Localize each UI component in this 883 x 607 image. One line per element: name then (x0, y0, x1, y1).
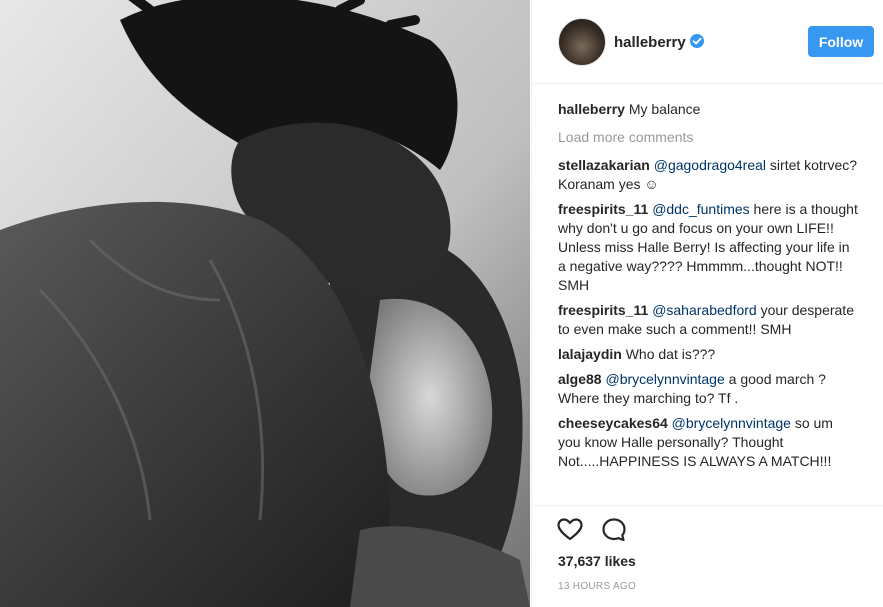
likes-count[interactable]: 37,637 likes (558, 553, 636, 569)
comment-username[interactable]: freespirits_11 (558, 302, 648, 318)
comment-mention[interactable]: @ddc_funtimes (652, 201, 749, 217)
comment-username[interactable]: freespirits_11 (558, 201, 648, 217)
comment-item: freespirits_11 @saharabedford your despe… (558, 301, 858, 339)
comment-item: stellazakarian @gagodrago4real sirtet ko… (558, 156, 858, 194)
caption-text: My balance (628, 101, 701, 117)
comment-item: freespirits_11 @ddc_funtimes here is a t… (558, 200, 858, 295)
comment-item: alge88 @brycelynnvintage a good march ? … (558, 370, 858, 408)
follow-button[interactable]: Follow (808, 26, 874, 57)
comment-mention[interactable]: @gagodrago4real (654, 157, 766, 173)
post-actions: 37,637 likes 13 HOURS AGO (532, 505, 883, 607)
post-sidebar: halleberry Follow halleberry My balance … (531, 0, 883, 607)
comment-username[interactable]: stellazakarian (558, 157, 650, 173)
comment-item: cheeseycakes64 @brycelynnvintage so um y… (558, 414, 858, 471)
post-header: halleberry Follow (532, 0, 883, 84)
comment-text: Who dat is??? (625, 346, 716, 362)
comment-item: lalajaydin Who dat is??? (558, 345, 858, 364)
comment-username[interactable]: alge88 (558, 371, 602, 387)
instagram-post: halleberry Follow halleberry My balance … (0, 0, 883, 607)
comment-username[interactable]: lalajaydin (558, 346, 622, 362)
header-username[interactable]: halleberry (614, 34, 686, 51)
verified-badge-icon (690, 34, 704, 48)
post-timestamp[interactable]: 13 HOURS AGO (558, 581, 636, 592)
post-caption: halleberry My balance (558, 100, 858, 119)
heart-icon[interactable] (556, 516, 584, 544)
comment-username[interactable]: cheeseycakes64 (558, 415, 668, 431)
load-more-comments-link[interactable]: Load more comments (558, 128, 858, 147)
comment-mention[interactable]: @saharabedford (652, 302, 757, 318)
post-photo[interactable] (0, 0, 530, 607)
comment-bubble-icon[interactable] (600, 516, 628, 544)
comment-mention[interactable]: @brycelynnvintage (672, 415, 791, 431)
caption-username[interactable]: halleberry (558, 101, 625, 117)
avatar[interactable] (558, 18, 606, 66)
comments-list: halleberry My balance Load more comments… (558, 100, 858, 477)
comment-mention[interactable]: @brycelynnvintage (605, 371, 724, 387)
post-photo-image (0, 0, 530, 607)
